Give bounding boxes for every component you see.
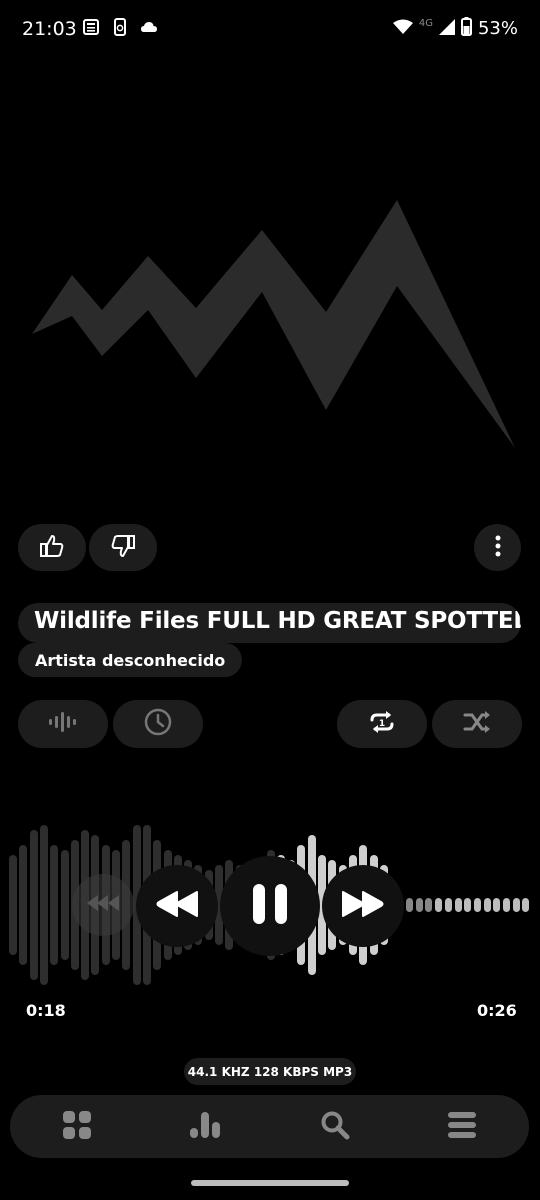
waveform-bar xyxy=(444,898,452,912)
waveform-bar xyxy=(50,845,59,965)
waveform-bar xyxy=(435,898,443,912)
status-bar: 21:03 4G 53% xyxy=(0,0,540,58)
signal-icon xyxy=(438,18,455,39)
bottom-navigation xyxy=(10,1095,529,1158)
waveform-bar xyxy=(29,830,38,980)
waveform-bar xyxy=(39,825,48,985)
thumb-up-icon xyxy=(39,534,65,562)
network-type: 4G xyxy=(418,18,433,29)
waveform-bar xyxy=(512,898,520,912)
waveform-bar xyxy=(19,845,28,965)
pause-button[interactable] xyxy=(220,856,320,956)
waveform-bar xyxy=(9,855,17,955)
visualizer-button[interactable] xyxy=(18,700,108,748)
waveform-bar xyxy=(60,850,69,960)
rewind-button[interactable] xyxy=(136,865,218,947)
fast-forward-button[interactable] xyxy=(322,865,404,947)
sleep-timer-button[interactable] xyxy=(113,700,203,748)
skip-back-icon xyxy=(87,895,119,915)
audio-format-badge: 44.1 KHZ 128 KBPS MP3 xyxy=(184,1058,356,1085)
elapsed-time: 0:18 xyxy=(26,1001,66,1020)
album-art-placeholder xyxy=(32,200,515,448)
shuffle-icon xyxy=(462,707,492,741)
clock-icon xyxy=(143,707,173,741)
previous-track-button[interactable] xyxy=(72,874,134,936)
track-title: Wildlife Files FULL HD GREAT SPOTTED xyxy=(34,608,521,634)
news-icon xyxy=(82,18,100,40)
shuffle-button[interactable] xyxy=(432,700,522,748)
codec: MP3 xyxy=(323,1064,353,1079)
rewind-icon xyxy=(155,890,199,922)
waveform-bar xyxy=(503,898,510,912)
svg-text:1: 1 xyxy=(379,719,385,729)
sample-rate: 44.1 KHZ xyxy=(187,1064,250,1079)
nav-library[interactable] xyxy=(47,1105,107,1149)
like-button[interactable] xyxy=(18,524,86,571)
equalizer-icon xyxy=(188,1110,222,1144)
more-vertical-icon xyxy=(495,535,501,561)
waveform-bar xyxy=(473,898,481,912)
pause-icon xyxy=(250,882,290,930)
search-icon xyxy=(320,1110,350,1144)
repeat-one-icon: 1 xyxy=(367,707,397,741)
nav-menu[interactable] xyxy=(432,1105,492,1149)
waveform-bar xyxy=(415,898,423,912)
dislike-button[interactable] xyxy=(89,524,157,571)
waveform-bar xyxy=(493,898,501,912)
wifi-icon xyxy=(392,19,413,39)
battery-icon xyxy=(460,17,472,40)
home-indicator[interactable] xyxy=(191,1180,349,1186)
bitrate: 128 KBPS xyxy=(253,1064,319,1079)
waveform-bar xyxy=(406,898,413,912)
waveform-bar xyxy=(464,898,472,912)
waveform-bar xyxy=(522,898,530,912)
nav-stats[interactable] xyxy=(175,1105,235,1149)
waveform-bar xyxy=(483,898,491,912)
artist-container[interactable]: Artista desconhecido xyxy=(18,643,243,677)
more-options-button[interactable] xyxy=(474,524,521,571)
grid-icon xyxy=(62,1110,92,1144)
fast-forward-icon xyxy=(341,890,385,922)
total-time: 0:26 xyxy=(477,1001,517,1020)
status-time: 21:03 xyxy=(22,18,77,40)
repeat-button[interactable]: 1 xyxy=(337,700,427,748)
menu-icon xyxy=(447,1111,477,1143)
phone-update-icon xyxy=(112,18,128,40)
waveform-bar xyxy=(425,898,433,912)
nav-search[interactable] xyxy=(305,1105,365,1149)
waveform-bar xyxy=(454,898,462,912)
battery-percent: 53% xyxy=(477,18,518,39)
artist-name: Artista desconhecido xyxy=(35,650,226,670)
waveform-icon xyxy=(47,710,79,738)
thumb-down-icon xyxy=(110,534,136,562)
track-title-container[interactable]: Wildlife Files FULL HD GREAT SPOTTED xyxy=(18,603,521,643)
cloud-icon xyxy=(140,18,158,40)
